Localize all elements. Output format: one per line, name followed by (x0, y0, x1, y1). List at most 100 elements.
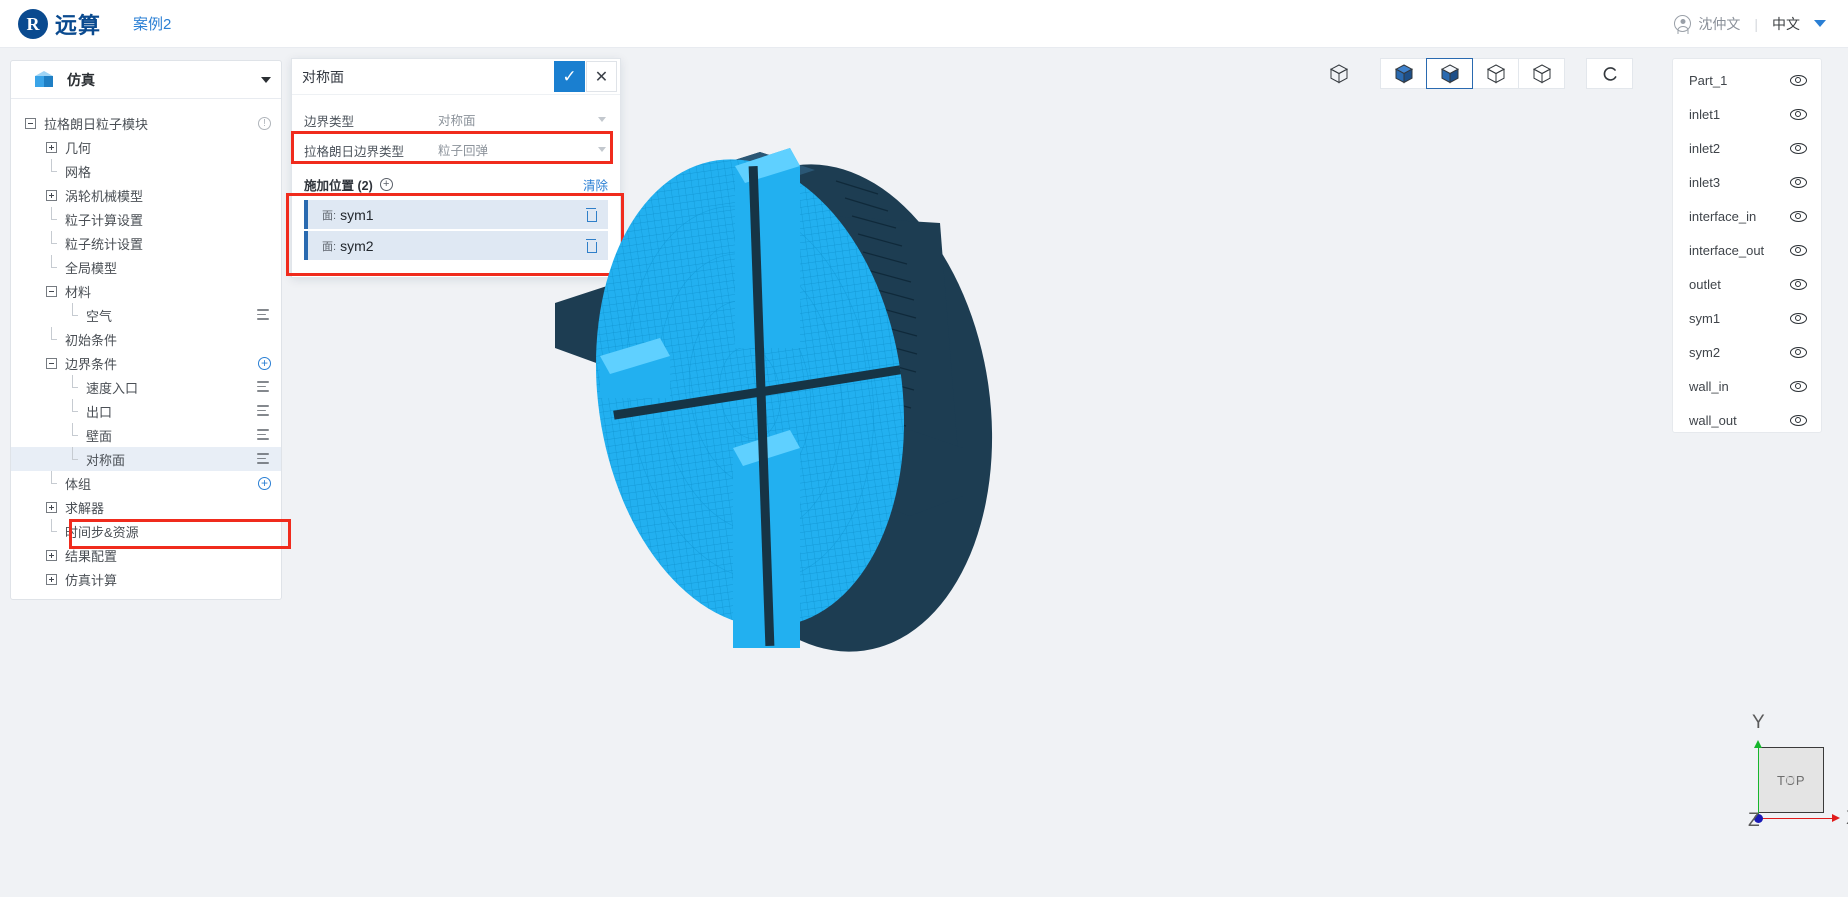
list-menu-icon[interactable] (257, 405, 271, 417)
tree-node[interactable]: 网格 (11, 158, 281, 183)
clear-link[interactable]: 清除 (583, 175, 608, 194)
visibility-eye-icon[interactable] (1790, 176, 1807, 188)
tree-node[interactable]: 仿真计算 (11, 567, 281, 591)
part-row[interactable]: outlet (1673, 267, 1821, 301)
collapse-icon[interactable] (46, 285, 57, 297)
brand[interactable]: R 远算 (18, 8, 101, 40)
face-name: sym1 (340, 206, 374, 223)
tree-node[interactable]: 壁面 (11, 422, 281, 447)
collapse-icon[interactable] (25, 117, 36, 129)
tree-node[interactable]: 速度入口 (11, 374, 281, 399)
visibility-eye-icon[interactable] (1790, 142, 1807, 154)
tree-node-label: 对称面 (86, 452, 126, 468)
tree-leaf-connector (67, 398, 78, 417)
edges-cube-icon[interactable] (1518, 58, 1565, 89)
view-cube[interactable]: M TOP (1758, 747, 1824, 813)
chevron-down-icon[interactable] (261, 76, 271, 83)
delete-icon[interactable] (585, 208, 597, 222)
add-location-icon[interactable]: + (379, 177, 393, 191)
tree-node[interactable]: 空气 (11, 302, 281, 327)
project-name[interactable]: 案例2 (133, 13, 171, 34)
tree-node[interactable]: 材料 (11, 279, 281, 303)
visibility-eye-icon[interactable] (1790, 346, 1807, 358)
list-menu-icon[interactable] (257, 453, 271, 465)
expand-icon[interactable] (46, 501, 57, 513)
tree-node[interactable]: 粒子统计设置 (11, 230, 281, 255)
expand-icon[interactable] (46, 573, 57, 585)
part-row[interactable]: inlet3 (1673, 165, 1821, 199)
info-icon[interactable]: ! (258, 116, 271, 130)
visibility-eye-icon[interactable] (1790, 312, 1807, 324)
tree-node[interactable]: 结果配置 (11, 543, 281, 567)
axis-gizmo[interactable]: M TOP Y X Z (1712, 712, 1848, 846)
selected-face-item[interactable]: 面: sym2 (304, 231, 608, 260)
part-row[interactable]: wall_in (1673, 369, 1821, 403)
tree-node[interactable]: 初始条件 (11, 326, 281, 351)
chevron-down-icon[interactable] (1814, 20, 1826, 27)
tree-node-label: 边界条件 (65, 356, 118, 372)
visibility-eye-icon[interactable] (1790, 244, 1807, 256)
list-menu-icon[interactable] (257, 429, 271, 441)
add-icon[interactable]: + (258, 356, 271, 370)
visibility-eye-icon[interactable] (1790, 414, 1807, 426)
visibility-eye-icon[interactable] (1790, 108, 1807, 120)
tree-node-label: 拉格朗日粒子模块 (44, 116, 149, 132)
part-row[interactable]: interface_out (1673, 233, 1821, 267)
tree-node[interactable]: 全局模型 (11, 254, 281, 279)
boundary-type-select[interactable]: 对称面 (436, 107, 608, 133)
reset-view-icon[interactable] (1586, 58, 1633, 89)
solid-cube-icon[interactable] (1380, 58, 1427, 89)
tree-node-label: 时间步&资源 (65, 524, 139, 540)
tree-node[interactable]: 几何 (11, 135, 281, 159)
tree-node[interactable]: 粒子计算设置 (11, 206, 281, 231)
part-row[interactable]: wall_out (1673, 403, 1821, 437)
part-name: inlet2 (1689, 140, 1721, 156)
tree-node[interactable]: 拉格朗日粒子模块! (11, 111, 281, 135)
collapse-icon[interactable] (46, 357, 57, 369)
field-value: 粒子回弹 (438, 144, 489, 158)
selected-face-item[interactable]: 面: sym1 (304, 200, 608, 229)
cube-icon (35, 70, 53, 89)
tree-node[interactable]: 求解器 (11, 495, 281, 519)
expand-icon[interactable] (46, 189, 57, 201)
close-button[interactable]: ✕ (586, 61, 617, 92)
tree-node[interactable]: 体组 + (11, 470, 281, 495)
mesh-cube-icon[interactable] (1472, 58, 1519, 89)
list-menu-icon[interactable] (257, 381, 271, 393)
list-menu-icon[interactable] (257, 309, 271, 321)
expand-icon[interactable] (46, 549, 57, 561)
visibility-eye-icon[interactable] (1790, 278, 1807, 290)
tree-node-label: 结果配置 (65, 548, 118, 564)
part-name: wall_in (1689, 378, 1729, 394)
field-label: 拉格朗日边界类型 (304, 144, 405, 159)
wireframe-cube-icon[interactable] (1320, 59, 1358, 89)
add-icon[interactable]: + (258, 476, 271, 490)
tree-node[interactable]: 出口 (11, 398, 281, 423)
expand-icon[interactable] (46, 141, 57, 153)
tree-header[interactable]: 仿真 (11, 61, 281, 99)
visibility-eye-icon[interactable] (1790, 74, 1807, 86)
tree-node[interactable]: 涡轮机械模型 (11, 183, 281, 207)
visibility-eye-icon[interactable] (1790, 210, 1807, 222)
tree-node[interactable]: 时间步&资源 (11, 518, 281, 543)
tree-node[interactable]: 对称面 (11, 446, 281, 471)
lagrange-boundary-type-select[interactable]: 粒子回弹 (436, 137, 608, 163)
part-row[interactable]: Part_1 (1673, 63, 1821, 97)
confirm-button[interactable]: ✓ (554, 61, 585, 92)
user-menu[interactable]: 沈仲文 (1674, 14, 1740, 34)
dialog-title: 对称面 (302, 68, 344, 85)
shaded-cube-icon[interactable] (1426, 58, 1473, 89)
part-row[interactable]: sym2 (1673, 335, 1821, 369)
part-name: sym1 (1689, 310, 1721, 326)
part-row[interactable]: inlet1 (1673, 97, 1821, 131)
tree-node-label: 全局模型 (65, 260, 118, 276)
visibility-eye-icon[interactable] (1790, 380, 1807, 392)
tree-node-label: 初始条件 (65, 332, 118, 348)
tree-node[interactable]: 边界条件 + (11, 351, 281, 375)
delete-icon[interactable] (585, 239, 597, 253)
tree-leaf-connector (67, 302, 78, 321)
part-row[interactable]: inlet2 (1673, 131, 1821, 165)
part-row[interactable]: interface_in (1673, 199, 1821, 233)
language-label[interactable]: 中文 (1772, 14, 1800, 34)
part-row[interactable]: sym1 (1673, 301, 1821, 335)
